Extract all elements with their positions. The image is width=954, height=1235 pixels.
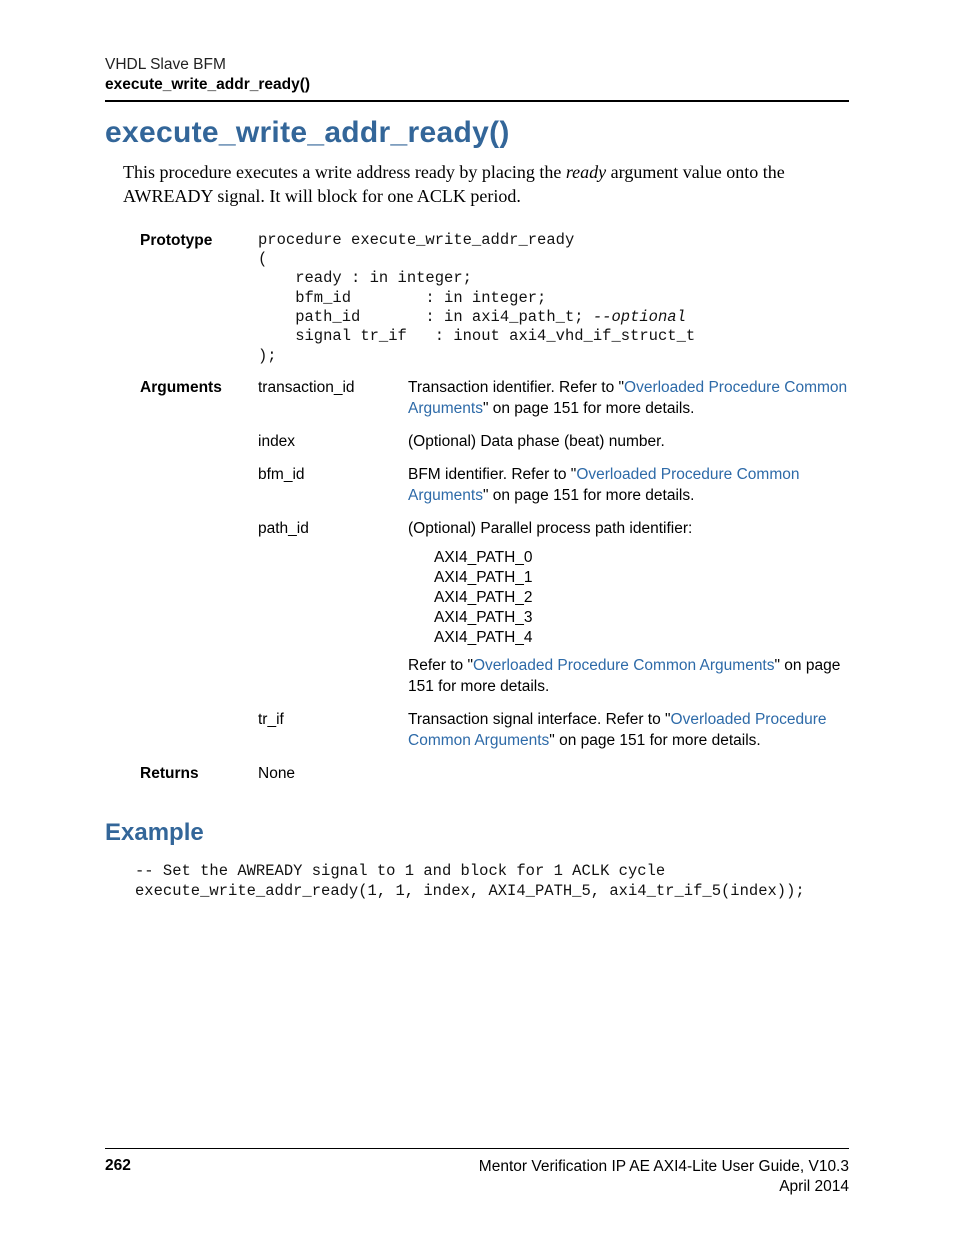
returns-value: None [258, 764, 408, 797]
proto-code-1: procedure execute_write_addr_ready ( rea… [258, 231, 593, 327]
prototype-cell: procedure execute_write_addr_ready ( rea… [258, 231, 849, 379]
row-arg-bfm-id: bfm_id BFM identifier. Refer to "Overloa… [140, 465, 849, 519]
argname-bfm-id: bfm_id [258, 465, 408, 519]
path-item-2: AXI4_PATH_2 [434, 588, 849, 608]
trif-pre: Transaction signal interface. Refer to " [408, 711, 671, 728]
header-rule [105, 100, 849, 102]
definition-table: Prototype procedure execute_write_addr_r… [140, 231, 849, 797]
txid-pre: Transaction identifier. Refer to " [408, 379, 624, 396]
link-overloaded-3[interactable]: Overloaded Procedure Common Arguments [473, 657, 775, 674]
footer-doc-title: Mentor Verification IP AE AXI4-Lite User… [479, 1157, 849, 1177]
running-header-function: execute_write_addr_ready() [105, 76, 849, 94]
footer-doc-info: Mentor Verification IP AE AXI4-Lite User… [479, 1157, 849, 1197]
footer-rule [105, 1148, 849, 1149]
footer-date: April 2014 [479, 1177, 849, 1197]
path-item-4: AXI4_PATH_4 [434, 628, 849, 648]
page: VHDL Slave BFM execute_write_addr_ready(… [0, 0, 954, 1235]
bfm-pre: BFM identifier. Refer to " [408, 466, 576, 483]
argdesc-index: (Optional) Data phase (beat) number. [408, 432, 849, 465]
path-id-list: AXI4_PATH_0 AXI4_PATH_1 AXI4_PATH_2 AXI4… [434, 548, 849, 649]
txid-post: " on page 151 for more details. [483, 400, 694, 417]
argdesc-bfm-id: BFM identifier. Refer to "Overloaded Pro… [408, 465, 849, 519]
argdesc-tr-if: Transaction signal interface. Refer to "… [408, 710, 849, 764]
row-prototype: Prototype procedure execute_write_addr_r… [140, 231, 849, 379]
example-heading: Example [105, 819, 849, 847]
intro-pre: This procedure executes a write address … [123, 162, 566, 182]
argname-tr-if: tr_if [258, 710, 408, 764]
argname-path-id: path_id [258, 519, 408, 710]
path-item-0: AXI4_PATH_0 [434, 548, 849, 568]
path-after-pre: Refer to " [408, 657, 473, 674]
proto-code-2: signal tr_if : inout axi4_vhd_if_struct_… [258, 327, 695, 364]
path-item-1: AXI4_PATH_1 [434, 568, 849, 588]
argdesc-transaction-id: Transaction identifier. Refer to "Overlo… [408, 378, 849, 432]
label-returns: Returns [140, 764, 258, 797]
footer-page-number: 262 [105, 1157, 131, 1197]
bfm-post: " on page 151 for more details. [483, 487, 694, 504]
path-item-3: AXI4_PATH_3 [434, 608, 849, 628]
footer-row: 262 Mentor Verification IP AE AXI4-Lite … [105, 1157, 849, 1197]
path-intro: (Optional) Parallel process path identif… [408, 519, 849, 540]
argname-transaction-id: transaction_id [258, 378, 408, 432]
label-prototype: Prototype [140, 231, 258, 379]
row-arg-transaction-id: Arguments transaction_id Transaction ide… [140, 378, 849, 432]
proto-code-ital: --optional [593, 308, 686, 326]
intro-italic: ready [566, 162, 606, 182]
row-arg-path-id: path_id (Optional) Parallel process path… [140, 519, 849, 710]
label-arguments: Arguments [140, 378, 258, 432]
argdesc-path-id: (Optional) Parallel process path identif… [408, 519, 849, 710]
row-arg-tr-if: tr_if Transaction signal interface. Refe… [140, 710, 849, 764]
example-code: -- Set the AWREADY signal to 1 and block… [135, 861, 849, 901]
path-after: Refer to "Overloaded Procedure Common Ar… [408, 656, 849, 698]
prototype-code: procedure execute_write_addr_ready ( rea… [258, 231, 849, 367]
page-footer: 262 Mentor Verification IP AE AXI4-Lite … [105, 1148, 849, 1197]
argname-index: index [258, 432, 408, 465]
running-header-chapter: VHDL Slave BFM [105, 56, 849, 74]
row-returns: Returns None [140, 764, 849, 797]
page-title: execute_write_addr_ready() [105, 116, 849, 150]
intro-paragraph: This procedure executes a write address … [123, 160, 849, 209]
trif-post: " on page 151 for more details. [549, 732, 760, 749]
row-arg-index: index (Optional) Data phase (beat) numbe… [140, 432, 849, 465]
